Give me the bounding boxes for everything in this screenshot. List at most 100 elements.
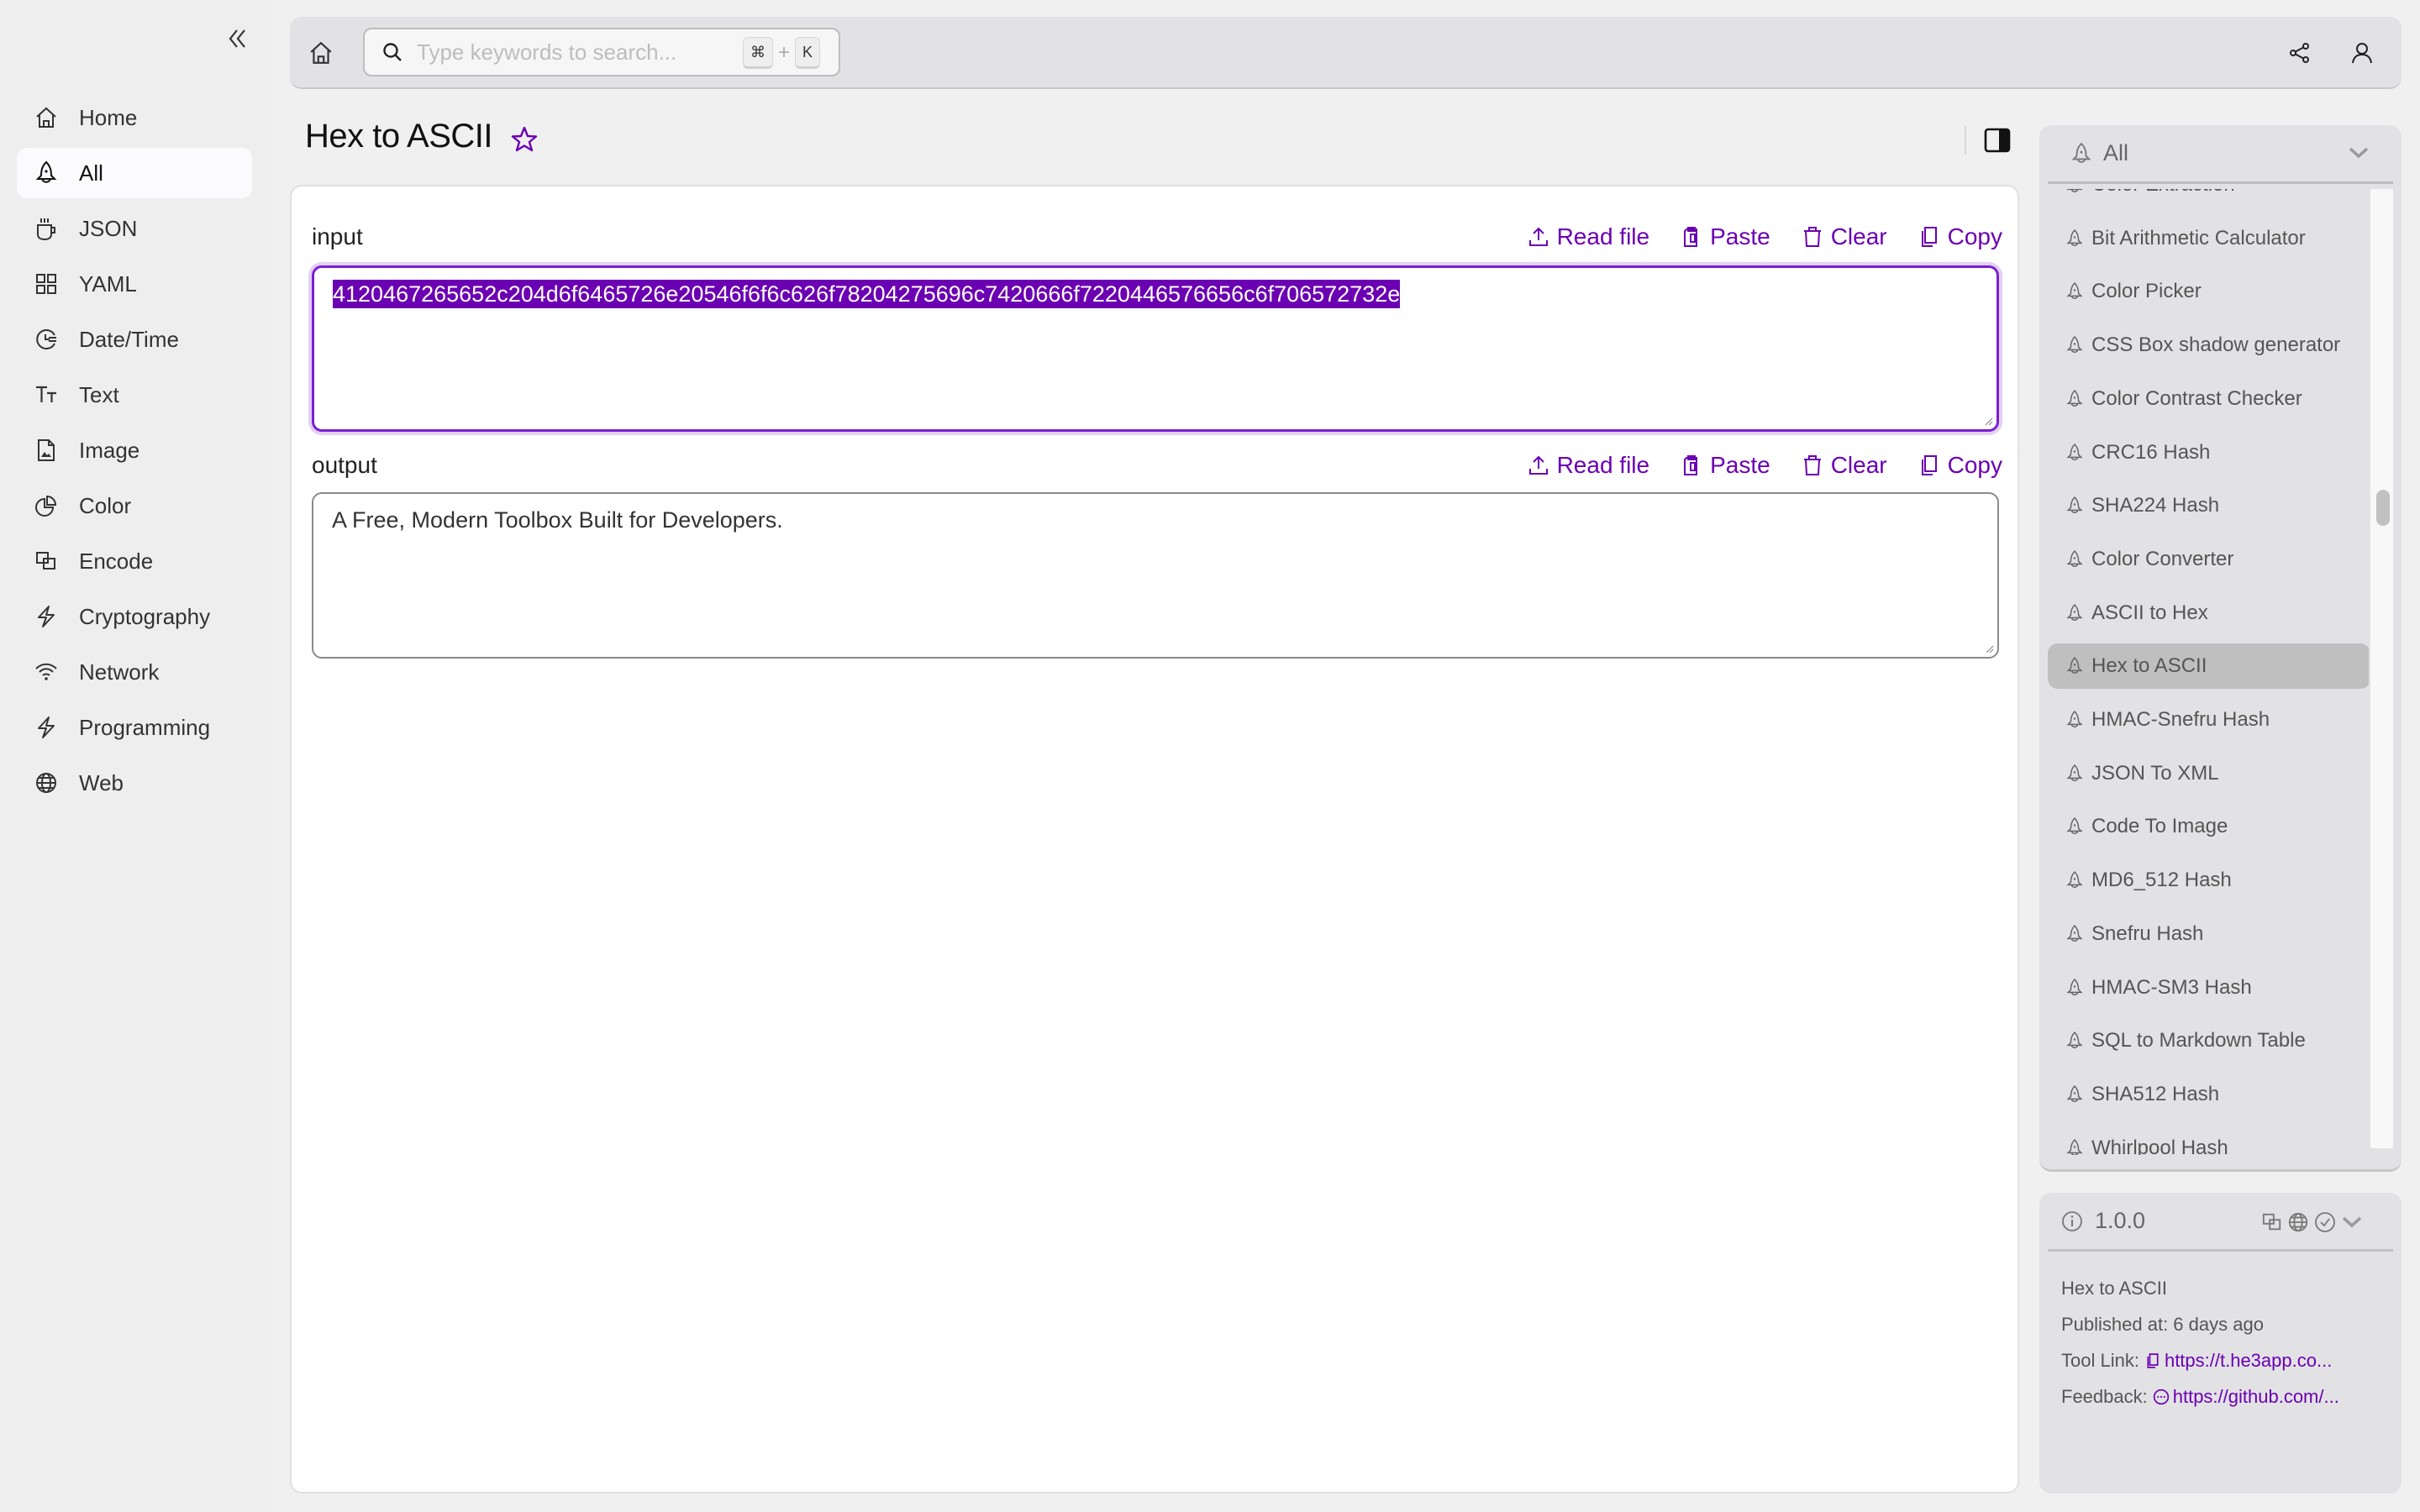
tool-info-link-row: Tool Link: https://t.he3app.co... [2061, 1342, 2402, 1378]
sidebar-item-network[interactable]: Network [17, 647, 252, 697]
sidebar-item-all[interactable]: All [17, 148, 252, 198]
share-button[interactable] [2282, 35, 2317, 71]
sidebar-item-text[interactable]: Text [17, 370, 252, 420]
rocket-icon [34, 160, 59, 186]
search-input[interactable] [417, 39, 736, 66]
tool-list-item[interactable]: HMAC-Snefru Hash [2048, 697, 2369, 743]
tool-list-item[interactable]: Whirlpool Hash [2048, 1126, 2369, 1155]
output-read-file-button[interactable]: Read file [1527, 452, 1650, 479]
tool-link[interactable]: https://t.he3app.co... [2144, 1350, 2332, 1372]
output-clear-button[interactable]: Clear [1801, 452, 1887, 479]
tool-list-item[interactable]: ASCII to Hex [2048, 591, 2369, 636]
sidebar-item-cryptography[interactable]: Cryptography [17, 591, 252, 642]
tool-list-item-label: HMAC-SM3 Hash [2091, 975, 2252, 999]
shortcut-key-k: K [794, 37, 820, 69]
upload-icon [1528, 455, 1548, 475]
rocket-icon [2071, 142, 2091, 163]
tool-list-item[interactable]: Bit Arithmetic Calculator [2048, 216, 2369, 261]
sidebar-item-image[interactable]: Image [17, 425, 252, 475]
input-read-file-button[interactable]: Read file [1527, 223, 1649, 250]
tool-info-header[interactable]: 1.0.0 [2048, 1193, 2393, 1252]
bolt-icon [34, 604, 59, 629]
feedback-link-text: https://github.com/... [2172, 1385, 2339, 1407]
output-paste-button[interactable]: Paste [1680, 452, 1770, 479]
sidebar-item-programming[interactable]: Programming [17, 702, 252, 753]
tool-list-item-label: ASCII to Hex [2091, 601, 2208, 624]
action-label: Clear [1830, 452, 1887, 478]
tool-list-item-label: Color Converter [2091, 547, 2234, 570]
sidebar-item-label: Date/Time [79, 326, 179, 352]
chevron-down-icon[interactable] [2341, 1215, 2363, 1230]
sidebar-item-yaml[interactable]: YAML [17, 259, 252, 309]
rocket-icon [2066, 496, 2083, 514]
sidebar-item-home[interactable]: Home [17, 92, 252, 143]
input-clear-button[interactable]: Clear [1801, 223, 1887, 250]
favorite-button[interactable] [508, 123, 541, 156]
resize-grip-icon[interactable] [1983, 416, 1993, 426]
home-icon [34, 105, 59, 130]
tool-list-item[interactable]: CRC16 Hash [2048, 430, 2369, 475]
sidebar-item-color[interactable]: Color [17, 480, 252, 531]
tool-list-scrollbar[interactable] [2370, 189, 2393, 1148]
sidebar-item-web[interactable]: Web [17, 758, 252, 808]
action-label: Read file [1556, 452, 1650, 478]
tool-list-scrollbar-thumb[interactable] [2376, 490, 2390, 526]
sidebar-item-label: YAML [79, 270, 137, 297]
tool-link-text: https://t.he3app.co... [2164, 1349, 2333, 1371]
action-label: Clear [1830, 223, 1887, 249]
rocket-icon [2066, 657, 2083, 675]
user-button[interactable] [2344, 35, 2380, 71]
category-select[interactable]: All [2048, 125, 2393, 184]
resize-grip-icon[interactable] [1984, 643, 1994, 654]
tool-list-item[interactable]: MD6_512 Hash [2048, 858, 2369, 903]
search-icon [383, 43, 402, 61]
pie-icon [34, 493, 59, 518]
tool-list-item[interactable]: CSS Box shadow generator [2048, 323, 2369, 368]
rocket-icon [2066, 549, 2083, 567]
text-size-icon [34, 382, 59, 407]
output-copy-button[interactable]: Copy [1918, 452, 2002, 479]
home-icon [310, 41, 332, 64]
search-box[interactable]: ⌘ + K [363, 28, 840, 76]
home-button[interactable] [303, 35, 339, 71]
encode-icon [34, 549, 59, 574]
input-textarea[interactable]: 4120467265652c204d6f6465726e20546f6f6c62… [312, 265, 1999, 432]
tool-list-item[interactable]: Color Picker [2048, 269, 2369, 314]
input-paste-button[interactable]: Paste [1680, 223, 1770, 250]
input-copy-button[interactable]: Copy [1918, 223, 2002, 250]
tool-list-item-label: SHA512 Hash [2091, 1082, 2220, 1105]
tool-list-item[interactable]: SHA512 Hash [2048, 1072, 2369, 1117]
tool-list-item[interactable]: Color Contrast Checker [2048, 376, 2369, 422]
tool-link-label: Tool Link: [2061, 1349, 2139, 1371]
action-label: Paste [1710, 452, 1770, 478]
star-icon [511, 126, 538, 152]
search-shortcut: ⌘ + K [742, 37, 820, 69]
tool-list-item[interactable]: JSON To XML [2048, 751, 2369, 796]
tool-list-item[interactable]: SHA224 Hash [2048, 483, 2369, 528]
feedback-link[interactable]: https://github.com/... [2153, 1386, 2339, 1408]
copy-icon [2147, 1352, 2159, 1368]
toggle-right-panel-button[interactable] [1981, 124, 2013, 156]
trash-icon [1803, 455, 1821, 475]
tool-list-item[interactable]: Snefru Hash [2048, 911, 2369, 957]
chat-bubble-icon [2153, 1389, 2169, 1404]
tool-list-item[interactable]: Hex to ASCII [2048, 643, 2369, 690]
sidebar-item-encode[interactable]: Encode [17, 536, 252, 586]
trash-icon [1803, 227, 1821, 247]
sidebar-item-label: JSON [79, 215, 138, 241]
bolt-icon [34, 715, 59, 740]
tool-list-item[interactable]: Color Extraction [2048, 189, 2369, 207]
cup-icon [34, 216, 59, 241]
tool-list-item-label: JSON To XML [2091, 761, 2219, 785]
sidebar-item-datetime[interactable]: Date/Time [17, 314, 252, 365]
sidebar-item-json[interactable]: JSON [17, 203, 252, 254]
tool-list-item-label: CSS Box shadow generator [2091, 333, 2341, 357]
collapse-sidebar-button[interactable] [225, 24, 250, 54]
tool-list-item[interactable]: Code To Image [2048, 804, 2369, 849]
tool-list-item-label: SHA224 Hash [2091, 494, 2220, 517]
output-textarea[interactable]: A Free, Modern Toolbox Built for Develop… [312, 492, 1999, 659]
tool-list-item[interactable]: SQL to Markdown Table [2048, 1018, 2369, 1063]
tool-list-item[interactable]: Color Converter [2048, 537, 2369, 582]
tool-list-item[interactable]: HMAC-SM3 Hash [2048, 965, 2369, 1011]
paste-icon [1684, 455, 1698, 475]
